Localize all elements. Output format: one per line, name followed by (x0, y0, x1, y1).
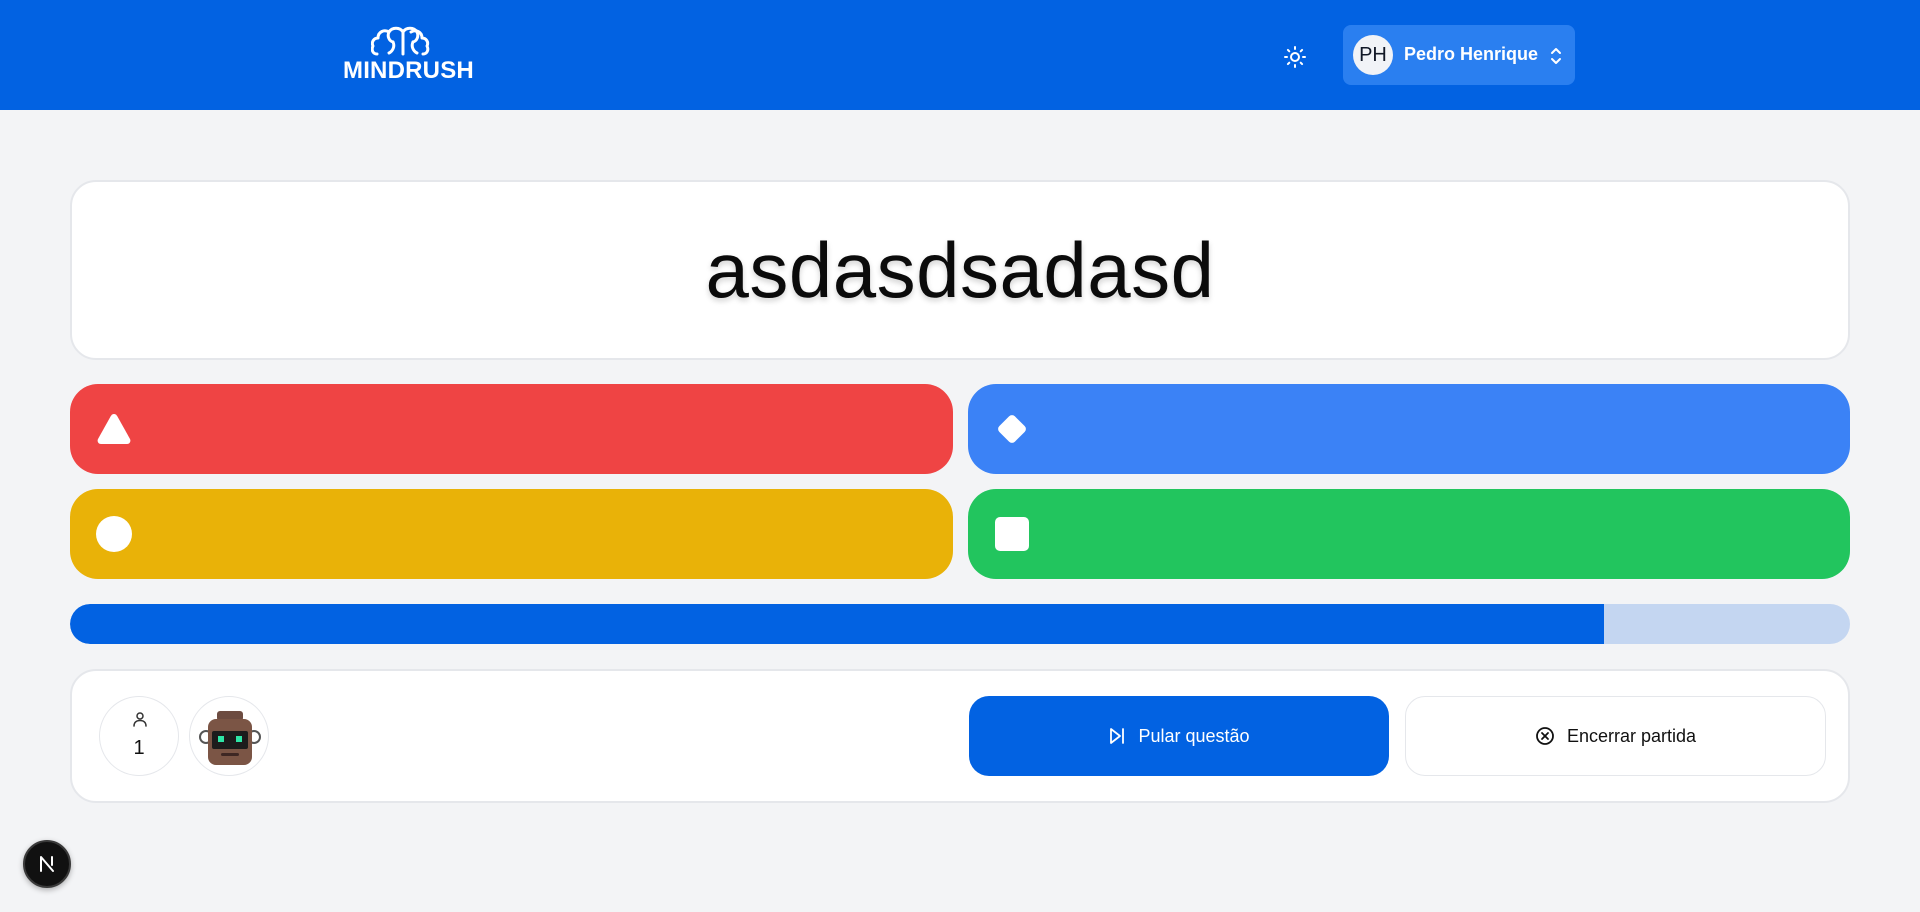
brain-icon (371, 26, 430, 56)
skip-forward-icon (1110, 728, 1125, 744)
question-card: asdasdsadasd (70, 180, 1850, 360)
square-icon (995, 517, 1029, 551)
answer-option-1[interactable] (70, 384, 953, 474)
top-header: MINDRUSH PH Pedro Henrique (0, 0, 1920, 110)
end-match-button[interactable]: Encerrar partida (1405, 696, 1826, 776)
mindrush-logo[interactable]: MINDRUSH (343, 26, 474, 84)
end-match-label: Encerrar partida (1566, 725, 1697, 746)
answer-option-4[interactable] (968, 489, 1850, 579)
sun-icon (1284, 46, 1306, 68)
timer-progress-fill (70, 604, 1605, 644)
nextjs-dev-badge[interactable] (23, 840, 71, 888)
user-menu-button[interactable]: PH Pedro Henrique (1343, 25, 1575, 85)
circle-icon (96, 516, 132, 552)
player-count-value: 1 (133, 737, 145, 759)
circle-x-icon (1536, 727, 1554, 745)
diamond-icon (998, 415, 1026, 443)
logo-text: MINDRUSH (343, 57, 474, 84)
user-avatar: PH (1353, 35, 1393, 75)
skip-question-label: Pular questão (1138, 725, 1250, 746)
skip-question-button[interactable]: Pular questão (969, 696, 1389, 776)
answer-option-3[interactable] (70, 489, 953, 579)
game-controls-card: 1 Pular questão Encerrar partida (70, 669, 1850, 803)
user-name: Pedro Henrique (1404, 44, 1539, 64)
triangle-icon (97, 414, 131, 444)
theme-toggle-button[interactable] (1280, 42, 1310, 72)
answer-option-2[interactable] (968, 384, 1850, 474)
player-avatar (189, 696, 269, 776)
robot-avatar-icon (199, 711, 261, 765)
timer-progress-bar (70, 604, 1850, 644)
chevrons-up-down-icon (1551, 48, 1561, 64)
question-text: asdasdsadasd (705, 225, 1215, 314)
nextjs-logo-icon (40, 856, 54, 872)
player-count-badge: 1 (99, 696, 179, 776)
user-icon (133, 712, 147, 727)
